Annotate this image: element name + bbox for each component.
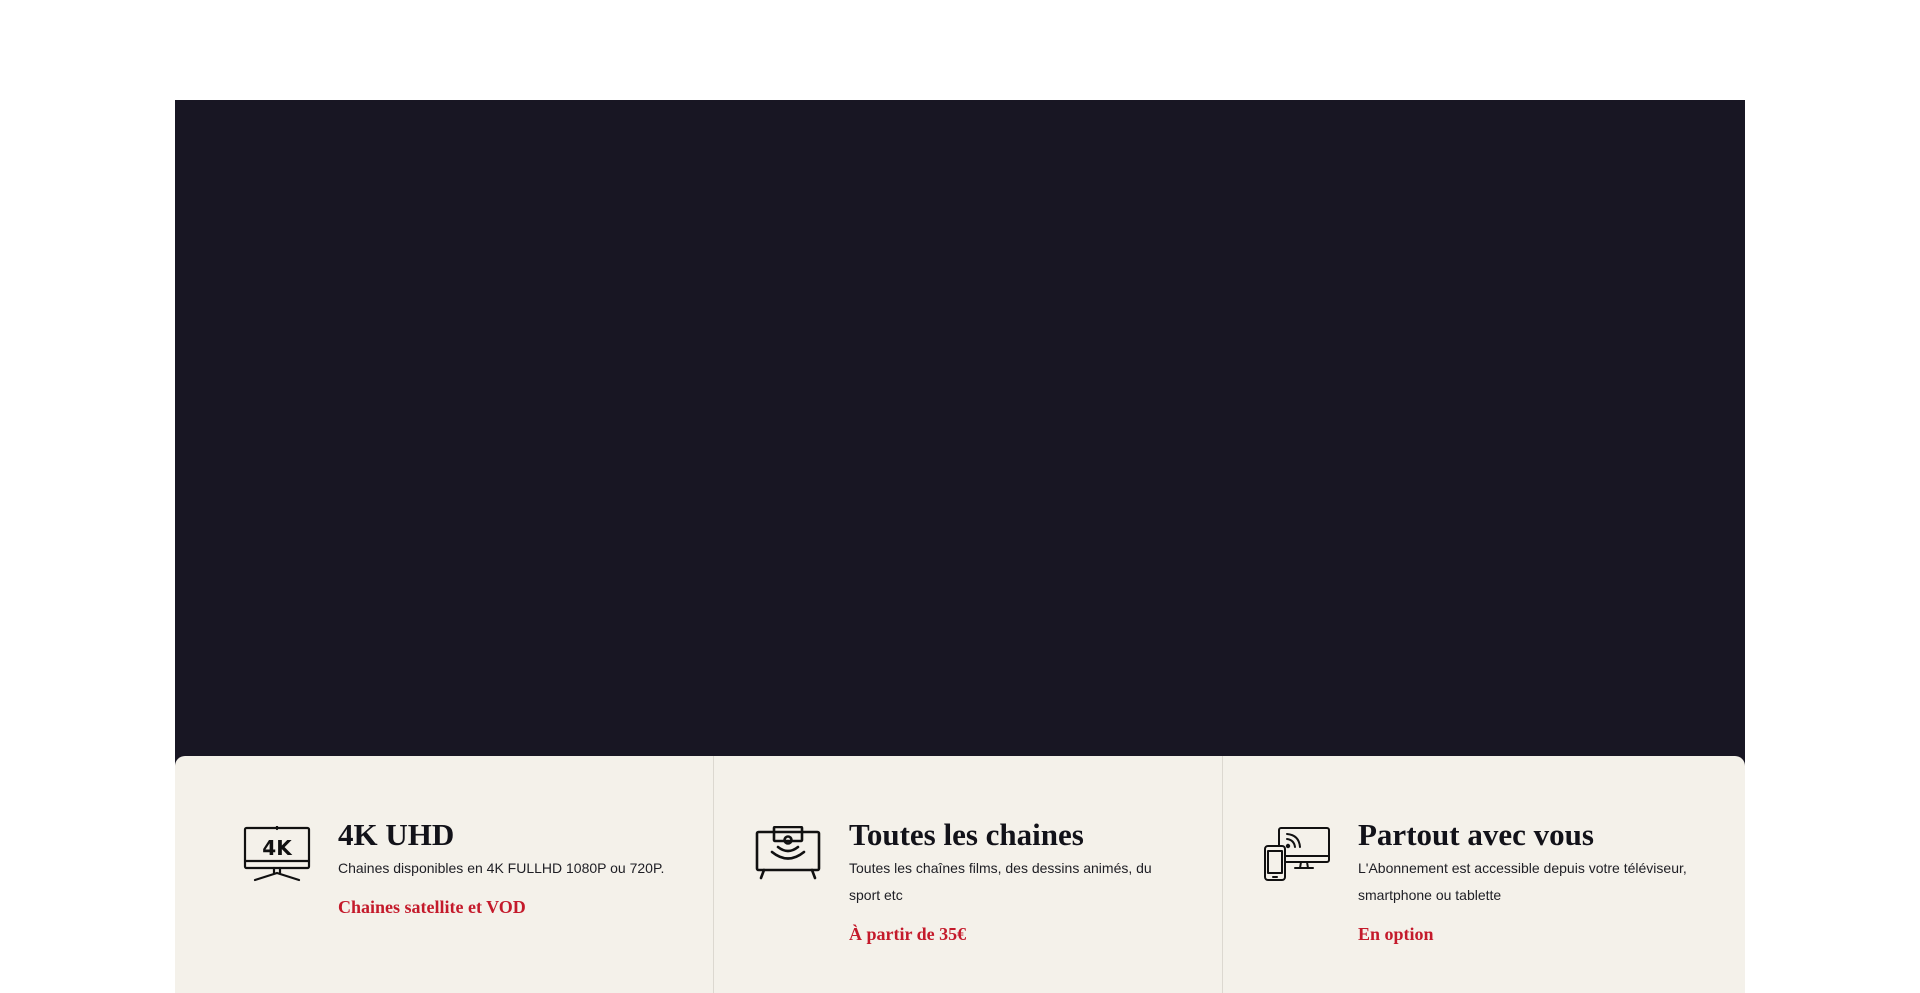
feature-link-price[interactable]: À partir de 35€: [849, 923, 1179, 945]
hero-banner: [175, 100, 1745, 780]
feature-all-channels: Toutes les chaines Toutes les chaînes fi…: [713, 756, 1222, 993]
feature-title: 4K UHD: [338, 817, 455, 852]
feature-description: Toutes les chaînes films, des dessins an…: [849, 860, 1152, 903]
feature-body: Toutes les chaines Toutes les chaînes fi…: [849, 816, 1179, 993]
multi-device-icon: [1263, 826, 1331, 884]
feature-link-satellite-vod[interactable]: Chaines satellite et VOD: [338, 896, 668, 918]
feature-description: Chaines disponibles en 4K FULLHD 1080P o…: [338, 860, 665, 876]
feature-everywhere: Partout avec vous L'Abonnement est acces…: [1222, 756, 1745, 993]
tv-4k-icon: 4K: [243, 826, 311, 884]
feature-4k-uhd: 4K 4K UHD Chaines disponibles en 4K FULL…: [175, 756, 713, 993]
feature-body: Partout avec vous L'Abonnement est acces…: [1358, 816, 1688, 993]
page: 4K 4K UHD Chaines disponibles en 4K FULL…: [0, 0, 1920, 993]
feature-description: L'Abonnement est accessible depuis votre…: [1358, 860, 1687, 903]
feature-body: 4K UHD Chaines disponibles en 4K FULLHD …: [338, 816, 668, 993]
feature-link-option[interactable]: En option: [1358, 923, 1688, 945]
feature-title: Partout avec vous: [1358, 817, 1594, 852]
feature-title: Toutes les chaines: [849, 817, 1084, 852]
tv-wifi-icon: [754, 826, 822, 884]
features-bar: 4K 4K UHD Chaines disponibles en 4K FULL…: [175, 756, 1745, 993]
tv-4k-icon-label: 4K: [262, 836, 293, 860]
